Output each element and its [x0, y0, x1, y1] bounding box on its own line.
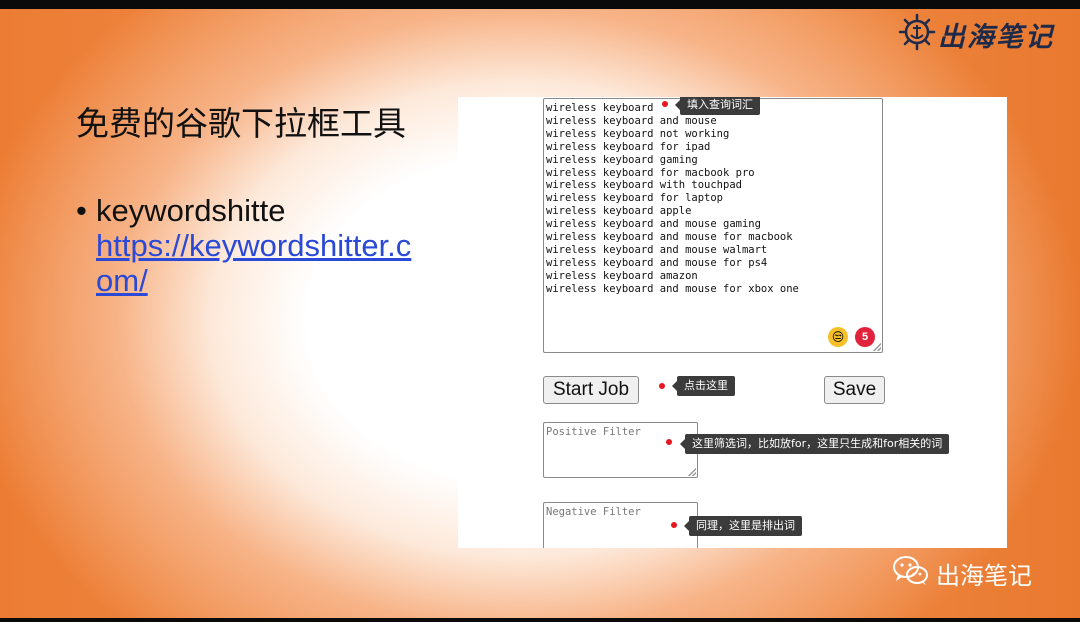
annotation-positive-tooltip: 这里筛选词，比如放for，这里只生成和for相关的词 — [679, 434, 950, 454]
keyword-suggestion-item: wireless keyboard and mouse for macbook — [546, 231, 793, 244]
keyword-suggestion-item: wireless keyboard not working — [546, 127, 730, 140]
annotation-query-tooltip: 填入查询词汇 — [675, 97, 760, 115]
keyword-suggestion-item: wireless keyboard and mouse walmart — [546, 243, 768, 256]
resize-handle-icon[interactable] — [688, 468, 696, 476]
ship-wheel-anchor-icon — [898, 13, 936, 55]
negative-filter-placeholder: Negative Filter — [546, 506, 641, 518]
annotation-negative-tooltip: 同理，这里是排出词 — [684, 516, 802, 536]
wechat-watermark-text: 出海笔记 — [936, 561, 1032, 590]
keyword-suggestion-item: wireless keyboard for macbook pro — [546, 166, 755, 179]
keyword-suggestion-item: wireless keyboard amazon — [546, 269, 698, 282]
unamused-emoji-icon: 😒 — [828, 327, 848, 347]
annotation-marker-dot — [671, 522, 677, 528]
keyword-suggestion-item: wireless keyboard apple — [546, 205, 692, 218]
keyword-suggestion-item: wireless keyboard and mouse for ps4 — [546, 256, 768, 269]
keyword-suggestion-item: wireless keyboard for ipad — [546, 140, 711, 153]
brand-logo-text: 出海笔记 — [938, 21, 1054, 53]
positive-filter-input[interactable]: Positive Filter — [543, 422, 698, 478]
keyword-suggestion-item: wireless keyboard — [546, 102, 654, 114]
wechat-watermark: 出海笔记 — [892, 555, 1032, 591]
bullet-item: • keywordshitte https://keywordshitter.co… — [76, 193, 421, 298]
wechat-icon — [892, 555, 930, 591]
slide-title: 免费的谷歌下拉框工具 — [76, 104, 406, 143]
keyword-suggestion-item: wireless keyboard and mouse for xbox one — [546, 282, 799, 295]
keyword-suggestion-item: wireless keyboard and mouse gaming — [546, 218, 761, 231]
top-letterbox-bar — [0, 0, 1080, 9]
notification-count-badge: 5 — [855, 327, 875, 347]
keyword-suggestion-item: wireless keyboard with touchpad — [546, 179, 742, 192]
bullet-text: keywordshitte — [96, 193, 286, 228]
keyword-suggestion-item: wireless keyboard for laptop — [546, 192, 724, 205]
tool-url-link[interactable]: https://keywordshitter.com/ — [96, 228, 421, 298]
save-button[interactable]: Save — [824, 376, 885, 404]
annotation-marker-dot — [666, 439, 672, 445]
annotation-marker-dot — [659, 383, 665, 389]
bottom-letterbox-bar — [0, 618, 1080, 622]
tool-screenshot: wireless keyboard wireless keyboard and m… — [458, 97, 1007, 548]
keyword-results-textarea[interactable]: wireless keyboard wireless keyboard and m… — [543, 98, 883, 353]
keyword-list: wireless keyboard wireless keyboard and m… — [546, 102, 799, 296]
bullet-dot: • — [76, 193, 87, 228]
annotation-marker-dot — [662, 101, 668, 107]
start-job-button[interactable]: Start Job — [543, 376, 639, 404]
keyword-suggestion-item: wireless keyboard and mouse — [546, 114, 717, 127]
keyword-suggestion-item: wireless keyboard gaming — [546, 153, 698, 166]
positive-filter-placeholder: Positive Filter — [546, 426, 641, 438]
brand-logo: 出海笔记 — [898, 13, 1054, 55]
annotation-start-tooltip: 点击这里 — [672, 376, 735, 396]
resize-handle-icon[interactable] — [873, 343, 881, 351]
